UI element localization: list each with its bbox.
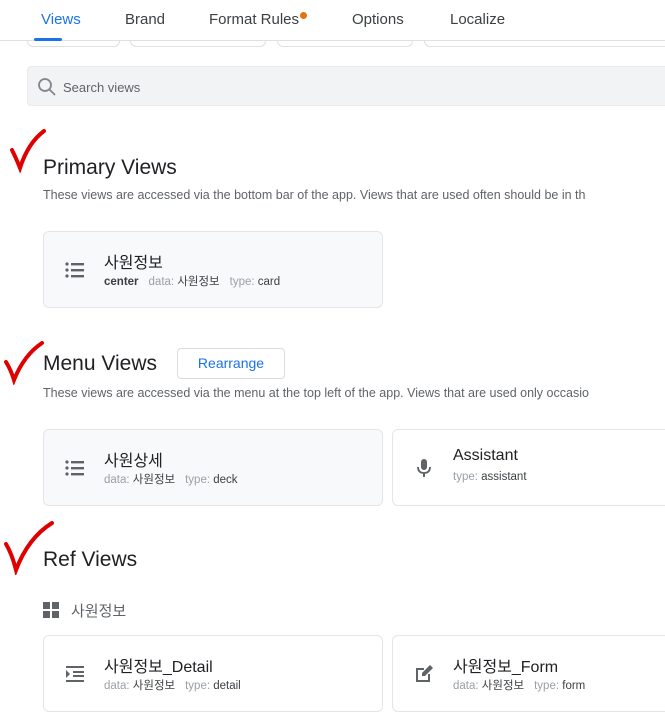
red-checkmark-annotation [4,341,44,385]
tab-options[interactable]: Options [352,11,404,28]
view-card[interactable]: 사원정보 center data: 사원정보 type: card [43,231,383,308]
view-meta: type: assistant [453,471,527,483]
view-card[interactable]: 사원정보_Form data: 사원정보 type: form [392,635,665,712]
type-label: type: [185,680,211,692]
view-name: 사원정보_Form [453,659,559,676]
view-card[interactable]: 사원정보_Detail data: 사원정보 type: detail [43,635,383,712]
menu-views-heading: Menu Views [43,352,158,375]
tab-bar: Views Brand Format Rules Options Localiz… [0,0,665,41]
view-type: detail [213,680,241,692]
view-name: 사원정보 [104,255,163,272]
search-icon [38,78,56,96]
view-meta: data: 사원정보 type: form [453,677,585,693]
view-data: 사원정보 [132,474,176,486]
detail-icon [66,666,84,682]
active-tab-indicator [34,38,62,41]
notification-dot [300,12,307,19]
search-input[interactable]: Search views [27,66,665,106]
view-type: form [562,680,586,692]
view-data: 사원정보 [132,680,176,692]
view-name: 사원상세 [104,453,163,470]
rearrange-button[interactable]: Rearrange [177,348,285,379]
table-name: 사원정보 [71,603,127,620]
view-data: 사원정보 [177,276,220,288]
data-label: data: [104,680,130,692]
view-type: assistant [481,471,527,483]
view-meta: data: 사원정보 type: deck [104,471,238,487]
table-icon [43,602,59,618]
tab-format-rules[interactable]: Format Rules [209,11,299,28]
view-type: card [257,276,281,288]
type-label: type: [453,471,478,483]
view-position: center [104,276,139,288]
view-card[interactable]: 사원상세 data: 사원정보 type: deck [43,429,383,506]
menu-views-description: These views are accessed via the menu at… [43,386,589,400]
primary-views-heading: Primary Views [43,156,177,179]
view-type: deck [213,474,238,486]
view-data: 사원정보 [481,680,525,692]
table-group-header: 사원정보 [43,600,126,621]
view-name: Assistant [453,447,518,464]
red-checkmark-annotation [10,129,46,173]
tab-brand[interactable]: Brand [125,11,165,28]
view-name: 사원정보_Detail [104,659,213,676]
list-icon [65,460,84,476]
view-meta: center data: 사원정보 type: card [104,273,280,289]
microphone-icon [417,459,431,477]
tab-views[interactable]: Views [41,11,81,28]
type-label: type: [229,276,255,288]
data-label: data: [148,276,175,288]
type-label: type: [185,474,211,486]
view-meta: data: 사원정보 type: detail [104,677,241,693]
ref-views-heading: Ref Views [43,548,138,571]
search-placeholder: Search views [63,80,141,95]
view-card[interactable]: Assistant type: assistant [392,429,665,506]
data-label: data: [453,680,479,692]
primary-views-description: These views are accessed via the bottom … [43,188,586,202]
tab-localize[interactable]: Localize [450,11,505,28]
list-icon [65,262,84,278]
edit-icon [416,665,433,682]
data-label: data: [104,474,130,486]
type-label: type: [534,680,560,692]
